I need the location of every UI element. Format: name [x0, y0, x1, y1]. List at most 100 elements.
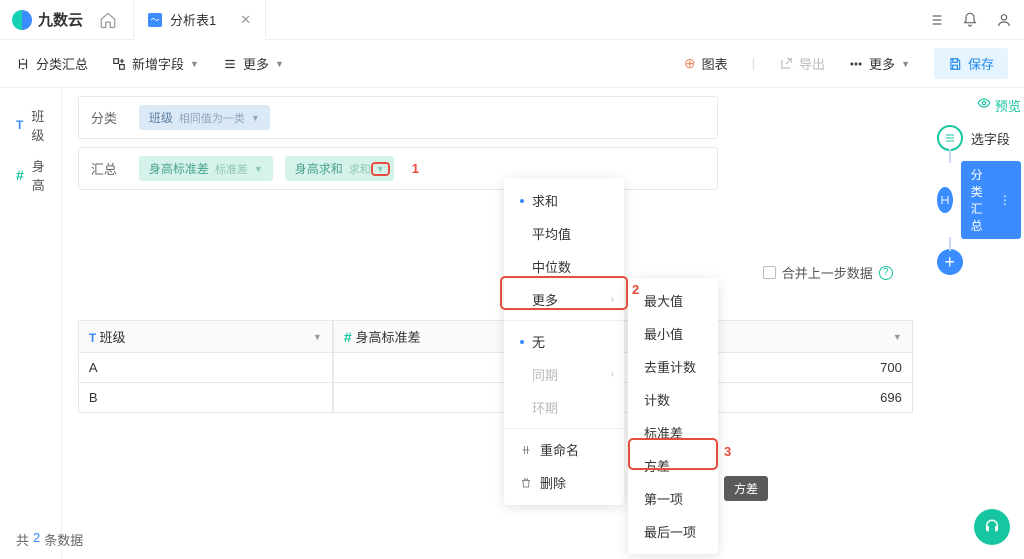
chevron-down-icon[interactable]: ▼ — [893, 332, 902, 342]
summary-chip-sum[interactable]: 身高求和 求和 ▼ — [285, 156, 394, 181]
tab-title: 分析表1 — [170, 10, 216, 29]
chat-fab[interactable] — [974, 509, 1010, 545]
dd-variance[interactable]: 方差 — [628, 449, 718, 482]
checkbox-icon[interactable] — [763, 266, 776, 279]
dd-first[interactable]: 第一项 — [628, 482, 718, 515]
brand-logo-icon — [12, 10, 32, 30]
close-icon[interactable]: ✕ — [240, 12, 251, 28]
bell-icon[interactable] — [962, 12, 978, 28]
merge-previous-checkbox[interactable]: 合并上一步数据 ? — [763, 263, 893, 282]
chart-button[interactable]: ⊕ 图表 — [684, 54, 728, 73]
save-label: 保存 — [968, 54, 994, 73]
list-icon[interactable] — [928, 12, 944, 28]
plus-icon[interactable]: + — [937, 249, 963, 275]
table-cell: A — [78, 353, 333, 383]
more2-label: 更多 — [869, 54, 895, 73]
number-type-icon: # — [16, 167, 24, 183]
step-group-summary[interactable]: 分类汇总 ⋮ — [937, 161, 1021, 239]
brand-name: 九数云 — [38, 9, 83, 30]
dd-last[interactable]: 最后一项 — [628, 515, 718, 548]
chevron-down-icon[interactable]: ▼ — [251, 113, 260, 123]
step-select-fields[interactable]: 选字段 — [937, 125, 1021, 151]
merge-label: 合并上一步数据 — [782, 263, 873, 282]
selected-dot-icon — [520, 199, 524, 203]
chevron-right-icon: › — [611, 369, 614, 380]
dd-mom: 环期 — [504, 391, 624, 424]
steps-panel: 预览 选字段 分类汇总 ⋮ + — [929, 88, 1024, 559]
trash-icon — [520, 477, 532, 489]
table-cell: B — [78, 383, 333, 413]
chevron-down-icon[interactable]: ▼ — [376, 164, 385, 174]
dd-avg[interactable]: 平均值 — [504, 217, 624, 250]
table-header-3[interactable]: ▼ — [693, 320, 913, 353]
category-config-row: 分类 班级 相同值为一类 ▼ — [78, 96, 718, 139]
variance-tooltip: 方差 — [724, 476, 768, 501]
headset-icon — [983, 518, 1001, 536]
data-table: T 班级 ▼ # 身高标准差 ▼ A 700 B — [78, 320, 913, 413]
dd-more[interactable]: 更多› — [504, 283, 624, 316]
plus-icon: ⊕ — [684, 55, 696, 72]
save-button[interactable]: 保存 — [934, 48, 1008, 79]
summary-chip-stddev[interactable]: 身高标准差 标准差 ▼ — [139, 156, 273, 181]
divider: | — [752, 56, 755, 71]
field-height[interactable]: # 身高 — [16, 150, 45, 200]
chevron-right-icon: › — [611, 294, 614, 305]
dd-delete[interactable]: 删除 — [504, 466, 624, 499]
user-icon[interactable] — [996, 12, 1012, 28]
export-label: 导出 — [799, 54, 825, 73]
summary-label: 汇总 — [91, 159, 127, 178]
dd-distinct[interactable]: 去重计数 — [628, 350, 718, 383]
more-dots-icon[interactable]: ⋮ — [999, 193, 1011, 207]
add-step-button[interactable]: + — [937, 249, 1021, 275]
chevron-down-icon: ▼ — [901, 59, 910, 69]
step-icon — [937, 187, 953, 213]
chevron-down-icon[interactable]: ▼ — [313, 332, 322, 342]
top-right-icons — [928, 12, 1012, 28]
dd-none[interactable]: 无 — [504, 325, 624, 358]
dd-rename[interactable]: 重命名 — [504, 433, 624, 466]
chip-name: 身高求和 — [295, 160, 343, 177]
dd-stddev[interactable]: 标准差 — [628, 416, 718, 449]
header-label: 身高标准差 — [356, 330, 421, 345]
add-field-label: 新增字段 — [132, 54, 184, 73]
dd-min[interactable]: 最小值 — [628, 317, 718, 350]
table-cell: 696 — [693, 383, 913, 413]
chip-sub: 相同值为一类 — [179, 110, 245, 126]
chip-name: 班级 — [149, 109, 173, 126]
dd-count[interactable]: 计数 — [628, 383, 718, 416]
toolbar: 分类汇总 新增字段 ▼ 更多 ▼ ⊕ 图表 | 导出 更多 ▼ 保存 — [0, 40, 1024, 88]
chevron-down-icon[interactable]: ▼ — [254, 164, 263, 174]
record-count: 共 2 条数据 — [16, 530, 83, 549]
category-chip[interactable]: 班级 相同值为一类 ▼ — [139, 105, 270, 130]
help-icon[interactable]: ? — [879, 266, 893, 280]
chevron-down-icon: ▼ — [190, 59, 199, 69]
dd-median[interactable]: 中位数 — [504, 250, 624, 283]
more2-button[interactable]: 更多 ▼ — [849, 54, 910, 73]
fields-panel: T 班级 # 身高 — [0, 88, 62, 559]
add-field-button[interactable]: 新增字段 ▼ — [112, 54, 199, 73]
field-label: 班级 — [31, 106, 44, 144]
step-icon — [937, 125, 963, 151]
table-header-class[interactable]: T 班级 ▼ — [78, 320, 333, 353]
dd-yoy: 同期› — [504, 358, 624, 391]
export-button[interactable]: 导出 — [779, 54, 825, 73]
home-icon[interactable] — [99, 11, 117, 29]
more-aggregation-dropdown: 最大值 最小值 去重计数 计数 标准差 方差 第一项 最后一项 — [628, 278, 718, 554]
step-label: 选字段 — [971, 129, 1010, 148]
group-summary-button[interactable]: 分类汇总 — [16, 54, 88, 73]
preview-label: 预览 — [995, 96, 1021, 115]
top-bar: 九数云 〜 分析表1 ✕ — [0, 0, 1024, 40]
dd-sum[interactable]: 求和 — [504, 184, 624, 217]
dd-max[interactable]: 最大值 — [628, 284, 718, 317]
chip-name: 身高标准差 — [149, 160, 209, 177]
brand-logo: 九数云 — [12, 9, 83, 30]
more-button[interactable]: 更多 ▼ — [223, 54, 284, 73]
tab-analysis1[interactable]: 〜 分析表1 ✕ — [133, 0, 266, 40]
category-label: 分类 — [91, 108, 127, 127]
annotation-3: 3 — [724, 444, 731, 459]
preview-button[interactable]: 预览 — [937, 96, 1021, 115]
divider — [504, 428, 624, 429]
text-type-icon: T — [16, 118, 23, 132]
field-class[interactable]: T 班级 — [16, 100, 45, 150]
step-connector — [949, 237, 951, 251]
